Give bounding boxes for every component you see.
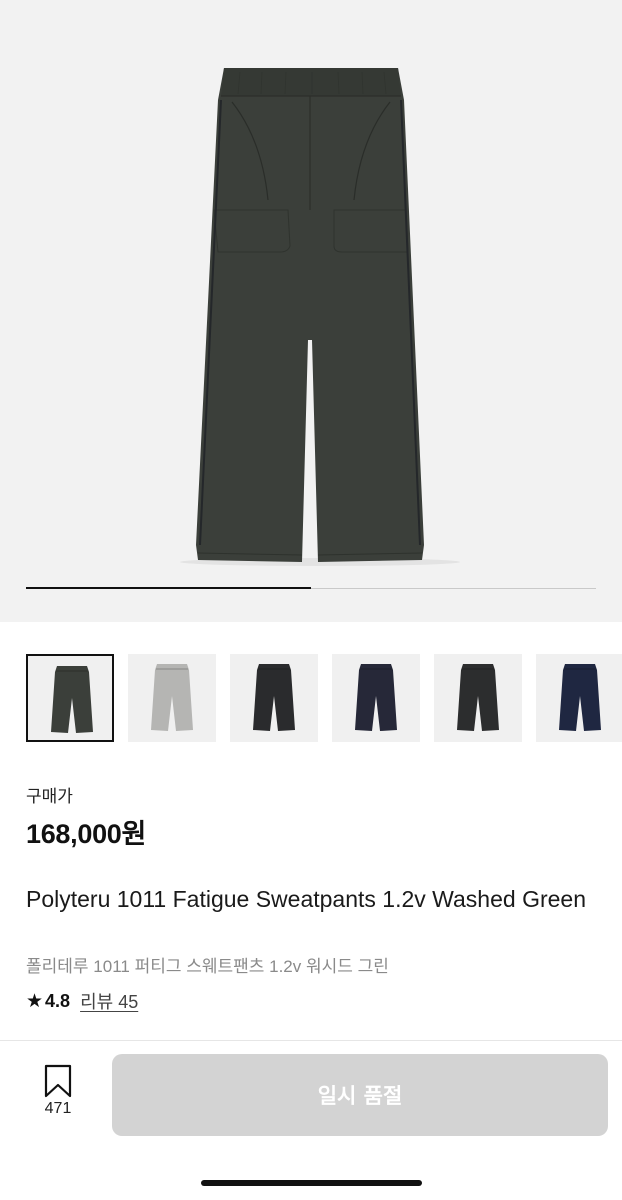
- product-main-image: [180, 68, 460, 566]
- gallery-progress-fill: [26, 587, 311, 589]
- color-thumbnail[interactable]: [128, 654, 216, 742]
- bookmark-icon: [44, 1064, 72, 1098]
- thumbnail-pants-image: [151, 664, 193, 731]
- thumbnail-pants-image: [355, 664, 397, 731]
- thumbnail-pants-image: [253, 664, 295, 731]
- rating-value: 4.8: [45, 990, 71, 1011]
- color-thumbnail[interactable]: [434, 654, 522, 742]
- color-thumbnail[interactable]: [332, 654, 420, 742]
- product-image-gallery[interactable]: [0, 0, 622, 622]
- home-indicator: [201, 1180, 422, 1186]
- rating-summary: ★ 4.8 리뷰 45: [26, 988, 138, 1014]
- sold-out-button[interactable]: 일시 품절: [112, 1054, 608, 1136]
- thumbnail-pants-image: [51, 666, 93, 733]
- bottom-bar-divider: [0, 1040, 622, 1041]
- wishlist-count: 471: [44, 1100, 72, 1117]
- product-price: 168,000원: [26, 819, 147, 849]
- color-thumbnail[interactable]: [230, 654, 318, 742]
- color-thumbnail[interactable]: [536, 654, 622, 742]
- review-link[interactable]: 리뷰 45: [80, 988, 138, 1014]
- product-title: Polyteru 1011 Fatigue Sweatpants 1.2v Wa…: [26, 886, 586, 912]
- gallery-progress-bar: [26, 587, 596, 589]
- thumbnail-pants-image: [559, 664, 601, 731]
- thumbnail-pants-image: [457, 664, 499, 731]
- color-thumbnail-list[interactable]: [26, 654, 622, 742]
- star-icon: ★: [26, 990, 44, 1012]
- color-thumbnail[interactable]: [26, 654, 114, 742]
- product-subtitle: 폴리테루 1011 퍼티그 스웨트팬츠 1.2v 워시드 그린: [26, 957, 389, 976]
- price-label: 구매가: [26, 787, 73, 806]
- wishlist-button[interactable]: 471: [30, 1064, 86, 1124]
